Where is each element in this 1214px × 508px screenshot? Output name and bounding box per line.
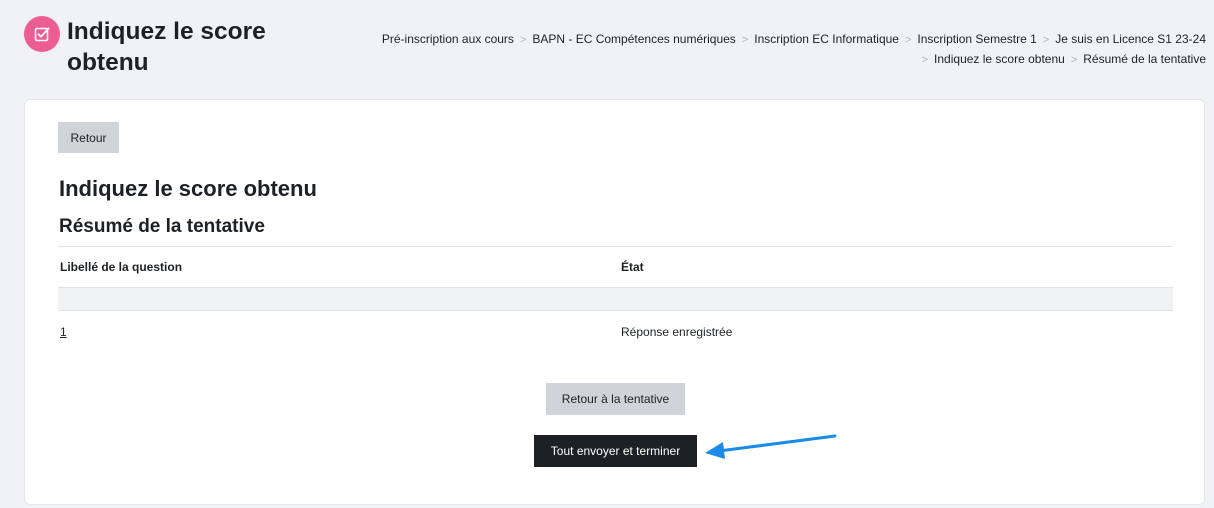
chevron-right-icon: >	[1070, 54, 1078, 66]
question-status: Réponse enregistrée	[621, 325, 733, 339]
breadcrumb-item-current: Résumé de la tentative	[1083, 52, 1206, 66]
chevron-right-icon: >	[904, 34, 912, 46]
breadcrumb-item-bapn[interactable]: BAPN - EC Compétences numériques	[532, 32, 735, 46]
breadcrumb: Pré-inscription aux cours > BAPN - EC Comp…	[306, 30, 1206, 70]
chevron-right-icon: >	[519, 34, 527, 46]
submit-all-button[interactable]: Tout envoyer et terminer	[534, 435, 697, 467]
chevron-right-icon: >	[921, 54, 929, 66]
breadcrumb-item-preinscription[interactable]: Pré-inscription aux cours	[382, 32, 514, 46]
table-row: 1 Réponse enregistrée	[58, 310, 1173, 353]
column-header-question: Libellé de la question	[60, 260, 183, 274]
summary-table: Libellé de la question État 1 Réponse en…	[58, 246, 1173, 353]
page-title: Indiquez le score obtenu	[67, 18, 266, 76]
breadcrumb-item-quiz[interactable]: Indiquez le score obtenu	[934, 52, 1065, 66]
breadcrumb-item-semestre[interactable]: Inscription Semestre 1	[917, 32, 1036, 46]
annotation-arrow-icon	[705, 434, 837, 459]
main-card: Retour Indiquez le score obtenu Résumé d…	[24, 99, 1205, 505]
quiz-name-heading: Indiquez le score obtenu	[59, 176, 317, 201]
chevron-right-icon: >	[741, 34, 749, 46]
back-button[interactable]: Retour	[58, 122, 119, 153]
question-link[interactable]: 1	[60, 325, 67, 339]
breadcrumb-item-licence[interactable]: Je suis en Licence S1 23-24	[1055, 32, 1206, 46]
table-header-row: Libellé de la question État	[58, 246, 1173, 287]
table-section-row	[58, 287, 1173, 310]
quiz-checkbox-icon	[24, 16, 60, 52]
return-to-attempt-button[interactable]: Retour à la tentative	[546, 383, 685, 415]
summary-heading: Résumé de la tentative	[59, 216, 265, 237]
column-header-status: État	[621, 260, 644, 274]
chevron-right-icon: >	[1042, 34, 1050, 46]
breadcrumb-item-inscription-ec[interactable]: Inscription EC Informatique	[754, 32, 899, 46]
page-header: Indiquez le score obtenu Pré-inscription…	[0, 0, 1214, 98]
